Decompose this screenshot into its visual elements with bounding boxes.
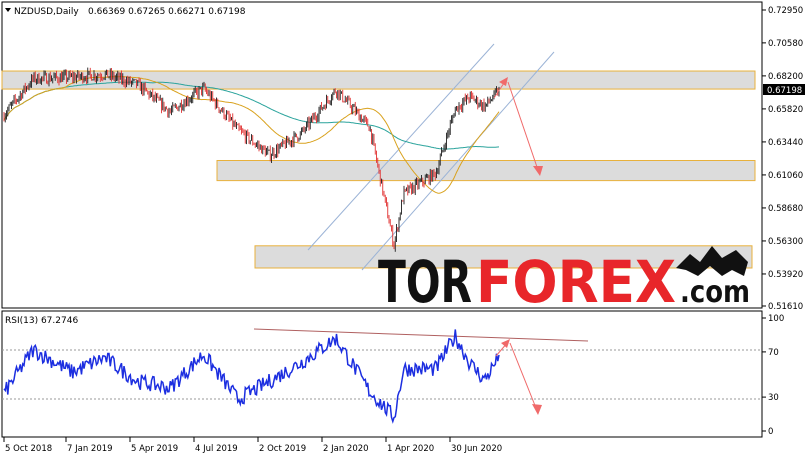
- time-tick-label: 7 Jan 2019: [67, 444, 113, 454]
- logo-text-com: .com: [680, 275, 750, 310]
- current-price-label: 0.67198: [767, 86, 802, 96]
- price-tick-label: 0.58680: [768, 204, 803, 214]
- price-tick-label: 0.53920: [768, 270, 803, 280]
- price-tick-label: 0.61060: [768, 171, 803, 181]
- price-tick-label: 0.65820: [768, 105, 803, 115]
- logo-text-tor: TOR: [378, 248, 472, 316]
- rsi-panel-frame: [1, 310, 763, 438]
- logo-text-forex: FOREX: [476, 248, 676, 316]
- rsi-label: RSI(13) 67.2746: [5, 316, 78, 326]
- time-tick-label: 2 Jan 2020: [323, 444, 369, 454]
- price-tick-label: 0.70580: [768, 39, 803, 49]
- price-tick-label: 0.56300: [768, 237, 803, 247]
- rsi-tick-label: 0: [768, 427, 773, 437]
- time-tick-label: 5 Apr 2019: [131, 444, 178, 454]
- price-tick-label: 0.72950: [768, 6, 803, 16]
- rsi-tick-label: 30: [768, 393, 779, 403]
- time-tick-label: 4 Jul 2019: [195, 444, 238, 454]
- price-axis: 0.72950 0.70580 0.68200 0.65820 0.63440 0.610…: [762, 6, 803, 312]
- price-zone: [216, 159, 756, 182]
- price-tick-label: 0.68200: [768, 72, 803, 82]
- time-tick-label: 30 Jun 2020: [451, 444, 502, 454]
- rsi-tick-label: 100: [768, 314, 784, 324]
- rsi-tick-label: 70: [768, 348, 779, 358]
- time-tick-label: 2 Oct 2019: [259, 444, 306, 454]
- symbol-label: NZDUSD,Daily: [14, 7, 79, 17]
- time-tick-label: 5 Oct 2018: [5, 444, 52, 454]
- time-axis: 5 Oct 2018 7 Jan 2019 5 Apr 2019 4 Jul 2019…: [3, 437, 502, 454]
- price-tick-label: 0.51610: [768, 302, 803, 312]
- rsi-axis: 100 70 30 0: [762, 314, 784, 437]
- price-tick-label: 0.63440: [768, 138, 803, 148]
- trading-chart: NZDUSD,Daily 0.66369 0.67265 0.66271 0.6…: [1, 1, 805, 454]
- time-tick-label: 1 Apr 2020: [387, 444, 434, 454]
- ohlc-readout: 0.66369 0.67265 0.66271 0.67198: [88, 7, 246, 17]
